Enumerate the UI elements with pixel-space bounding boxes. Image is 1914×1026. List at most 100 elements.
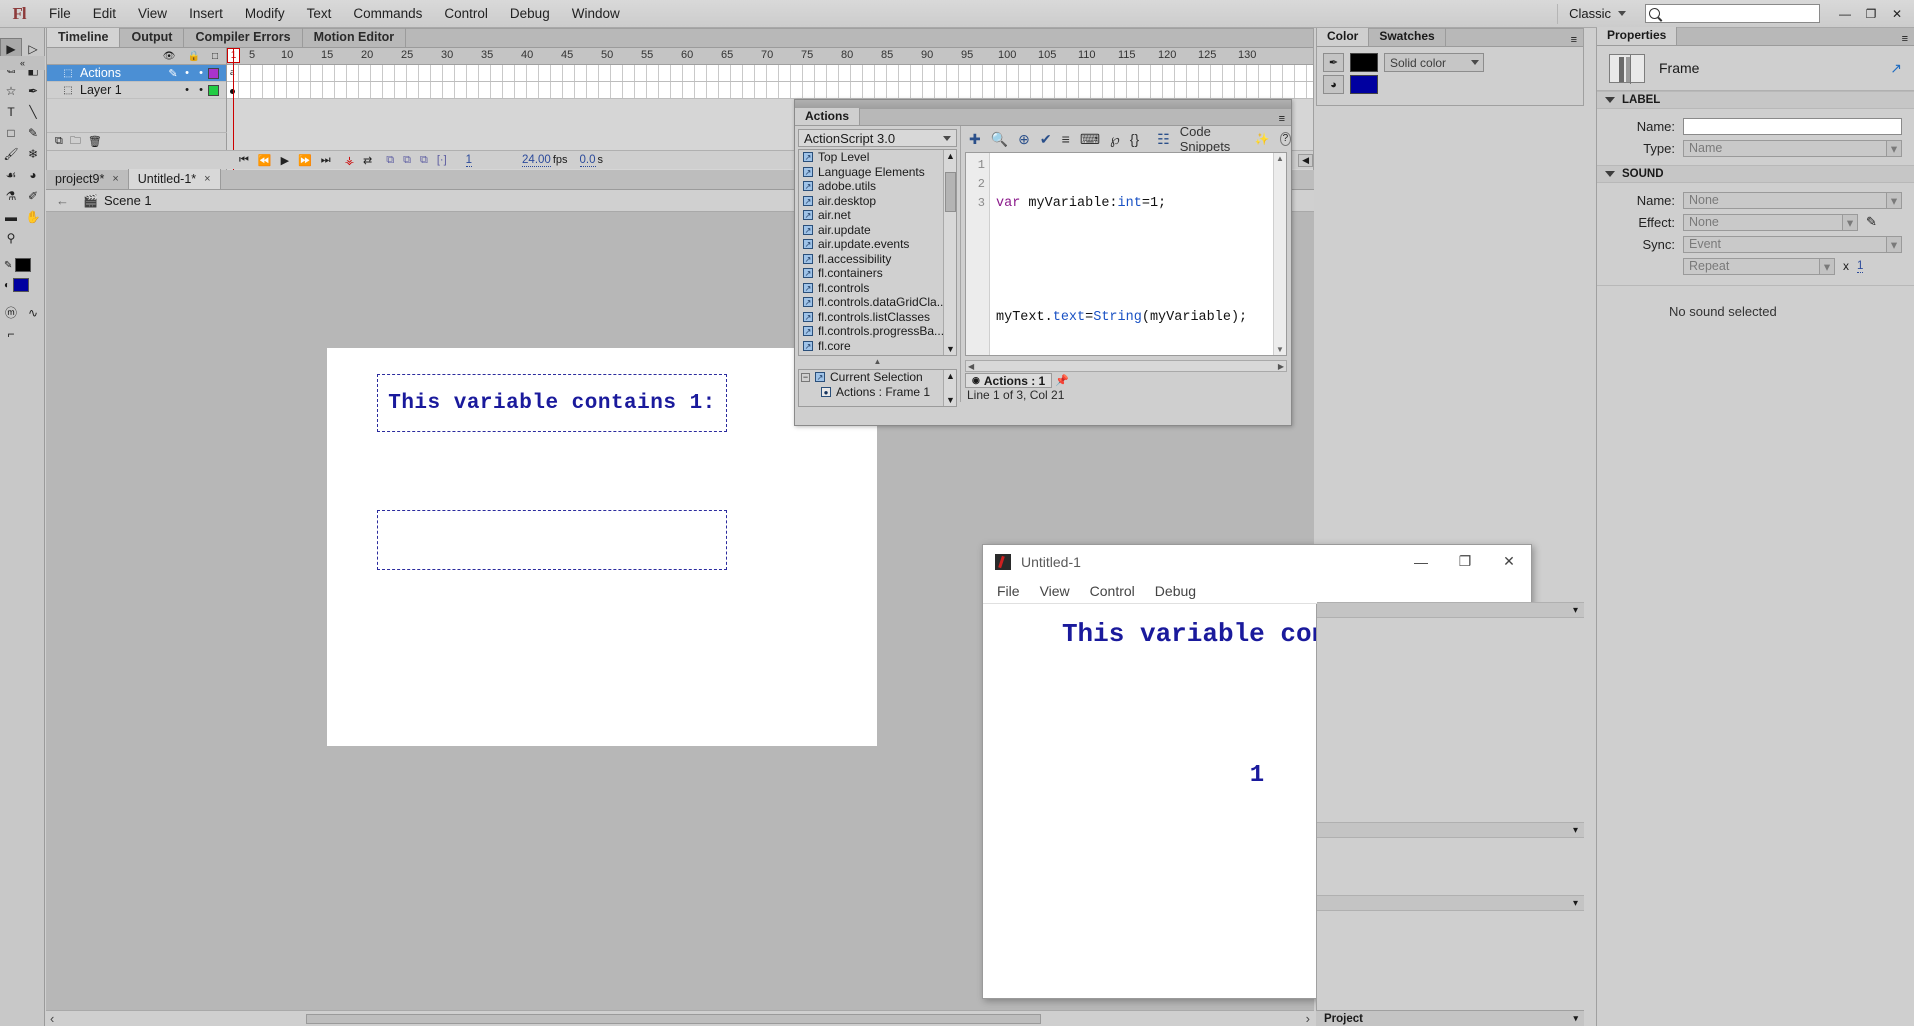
new-folder-button[interactable]: 🗀 xyxy=(70,132,81,151)
code-text-area[interactable]: var myVariable:int=1; myText.text=String… xyxy=(990,153,1273,355)
current-frame-value[interactable]: 1 xyxy=(465,154,473,167)
close-icon[interactable]: × xyxy=(112,173,118,185)
chevron-down-icon[interactable]: ▼ xyxy=(946,344,955,354)
actions-category-tree[interactable]: ↗ Top Level ↗ Language Elements ↗ adobe.uti… xyxy=(798,149,957,356)
breadcrumb-actions-chip[interactable]: ◉ Actions : 1 xyxy=(965,373,1053,388)
find-icon[interactable]: 🔍 xyxy=(991,131,1008,148)
menu-edit[interactable]: Edit xyxy=(82,2,127,25)
current-selection-tree[interactable]: − ↗ Current Selection ● Actions : Frame … xyxy=(798,369,957,407)
go-to-first-frame-button[interactable]: ⏮ xyxy=(236,154,252,167)
collapsed-panel-stub-1[interactable]: ▾ xyxy=(1317,602,1584,618)
scroll-right-icon[interactable]: › xyxy=(1306,1011,1310,1026)
auto-format-icon[interactable]: ≡ xyxy=(1062,131,1070,147)
menu-window[interactable]: Window xyxy=(561,2,631,25)
tree-resize-grip[interactable]: ▲ xyxy=(795,357,960,366)
breadcrumb-scene[interactable]: Scene 1 xyxy=(104,193,152,208)
pencil-tool[interactable]: ✎ xyxy=(22,122,44,143)
menu-text[interactable]: Text xyxy=(296,2,343,25)
tree-item[interactable]: ↗ fl.accessibility xyxy=(799,252,956,267)
tab-output[interactable]: Output xyxy=(120,28,185,47)
tree-item-actions-frame1[interactable]: ● Actions : Frame 1 xyxy=(799,385,956,400)
tree-scrollbar[interactable]: ▲ ▼ xyxy=(943,150,956,355)
lock-icon[interactable]: 🔒 xyxy=(188,51,200,62)
menu-view[interactable]: View xyxy=(127,2,178,25)
close-icon[interactable]: × xyxy=(204,173,210,185)
doc-tab-project9[interactable]: project9* × xyxy=(46,169,129,189)
chevron-down-icon[interactable]: ▼ xyxy=(1276,345,1284,354)
menu-file[interactable]: File xyxy=(38,2,82,25)
go-to-last-frame-button[interactable]: ⏭ xyxy=(318,154,334,167)
swf-minimize-button[interactable]: — xyxy=(1399,545,1443,578)
ink-bottle-tool[interactable]: ⚗ xyxy=(0,185,22,206)
panel-menu-icon[interactable]: ≡ xyxy=(1571,34,1583,46)
panel-menu-icon[interactable]: ≡ xyxy=(1902,33,1914,45)
static-text-field[interactable]: This variable contains 1: xyxy=(377,374,727,432)
layer-row-layer1[interactable]: ⬚ Layer 1 • • xyxy=(47,82,226,99)
stroke-color-swatch-panel[interactable] xyxy=(1350,53,1378,72)
eyedropper-tool[interactable]: ✐ xyxy=(22,185,44,206)
color-type-select[interactable]: Solid color xyxy=(1384,53,1484,72)
layer-outline-chip[interactable] xyxy=(208,67,219,79)
eye-icon[interactable]: 👁 xyxy=(163,51,176,62)
add-item-icon[interactable]: ✚ xyxy=(969,131,981,148)
tree-item[interactable]: ↗ air.desktop xyxy=(799,194,956,209)
insert-target-path-icon[interactable]: ⊕ xyxy=(1018,131,1030,148)
tree-item[interactable]: ↗ air.net xyxy=(799,208,956,223)
fill-color-swatch[interactable] xyxy=(13,278,30,292)
code-snippets-label[interactable]: Code Snippets xyxy=(1180,124,1245,154)
script-code-editor[interactable]: 1 2 3 var myVariable:int=1; myText.text=… xyxy=(965,152,1287,356)
chevron-up-icon[interactable]: ▲ xyxy=(946,371,955,381)
expander-icon[interactable]: − xyxy=(801,372,810,382)
chevron-up-icon[interactable]: ▲ xyxy=(1276,154,1284,163)
stage-horizontal-scrollbar[interactable]: ‹ › xyxy=(46,1010,1314,1026)
paint-bucket-tool[interactable]: ◕ xyxy=(22,164,44,185)
frame-label-name-input[interactable] xyxy=(1683,117,1902,135)
stroke-color-tool-icon[interactable]: ✒ xyxy=(1323,53,1344,72)
swf-menu-control[interactable]: Control xyxy=(1090,583,1135,599)
tree-item[interactable]: ↗ fl.controls.listClasses xyxy=(799,310,956,325)
layer-name-actions[interactable]: Actions xyxy=(80,66,166,80)
rectangle-tool[interactable]: □ xyxy=(0,122,22,143)
layer-row-actions[interactable]: ⬚ Actions ✎ • • xyxy=(47,65,226,82)
menu-control[interactable]: Control xyxy=(433,2,499,25)
pen-tool[interactable]: ✒ xyxy=(22,80,44,101)
collapse-braces-icon[interactable]: {} xyxy=(1130,131,1139,147)
back-arrow-icon[interactable]: ← xyxy=(56,193,69,208)
lasso-tool[interactable]: ☆ xyxy=(0,80,22,101)
step-forward-button[interactable]: ⏩ xyxy=(295,154,315,167)
code-snippets-icon[interactable]: ✨ xyxy=(1255,132,1270,146)
tab-swatches[interactable]: Swatches xyxy=(1369,28,1446,46)
frame-label-type-select[interactable]: Name ▾ xyxy=(1683,139,1902,157)
tree-item[interactable]: ↗ fl.core xyxy=(799,339,956,354)
chevron-down-icon[interactable]: ▾ xyxy=(1886,236,1901,252)
swf-menu-file[interactable]: File xyxy=(997,583,1020,599)
zoom-tool[interactable]: ⚲ xyxy=(0,227,22,248)
edit-multiple-frames-icon[interactable]: ⧉ xyxy=(400,154,414,167)
collapsed-panel-stub-2[interactable]: ▾ xyxy=(1317,822,1584,838)
sound-effect-select[interactable]: None ▾ xyxy=(1683,213,1858,231)
menu-insert[interactable]: Insert xyxy=(178,2,234,25)
swf-maximize-button[interactable]: ❐ xyxy=(1443,545,1487,578)
chevron-up-icon[interactable]: ▲ xyxy=(946,151,955,161)
doc-tab-untitled1[interactable]: Untitled-1* × xyxy=(128,169,221,189)
selection-tree-scrollbar[interactable]: ▲ ▼ xyxy=(943,370,956,406)
bone-tool[interactable]: ☙ xyxy=(0,164,22,185)
sound-sync-select[interactable]: Event ▾ xyxy=(1683,235,1902,253)
tab-actions[interactable]: Actions xyxy=(795,108,861,125)
help-icon[interactable]: ? xyxy=(1279,132,1291,146)
chevron-down-icon[interactable]: ▾ xyxy=(1819,258,1834,274)
menu-debug[interactable]: Debug xyxy=(499,2,561,25)
scroll-left-icon[interactable]: ‹ xyxy=(50,1011,54,1026)
hand-tool[interactable]: ✋ xyxy=(22,206,44,227)
tree-item[interactable]: ↗ air.update.events xyxy=(799,237,956,252)
section-label[interactable]: LABEL xyxy=(1597,91,1914,109)
play-button[interactable]: ▶ xyxy=(278,154,292,167)
code-horizontal-scrollbar[interactable]: ◀ ▶ xyxy=(965,360,1287,372)
straighten-option-icon[interactable]: ⌐ xyxy=(0,323,22,344)
project-panel-bar[interactable]: Project ▾ xyxy=(1316,1010,1584,1026)
modify-onion-markers-icon[interactable]: ⧉ xyxy=(417,154,431,167)
dynamic-text-field[interactable] xyxy=(377,510,727,570)
actionscript-version-select[interactable]: ActionScript 3.0 xyxy=(798,129,957,147)
layer-outline-chip-2[interactable] xyxy=(208,84,219,96)
chevron-down-icon[interactable]: ▾ xyxy=(1842,214,1857,230)
